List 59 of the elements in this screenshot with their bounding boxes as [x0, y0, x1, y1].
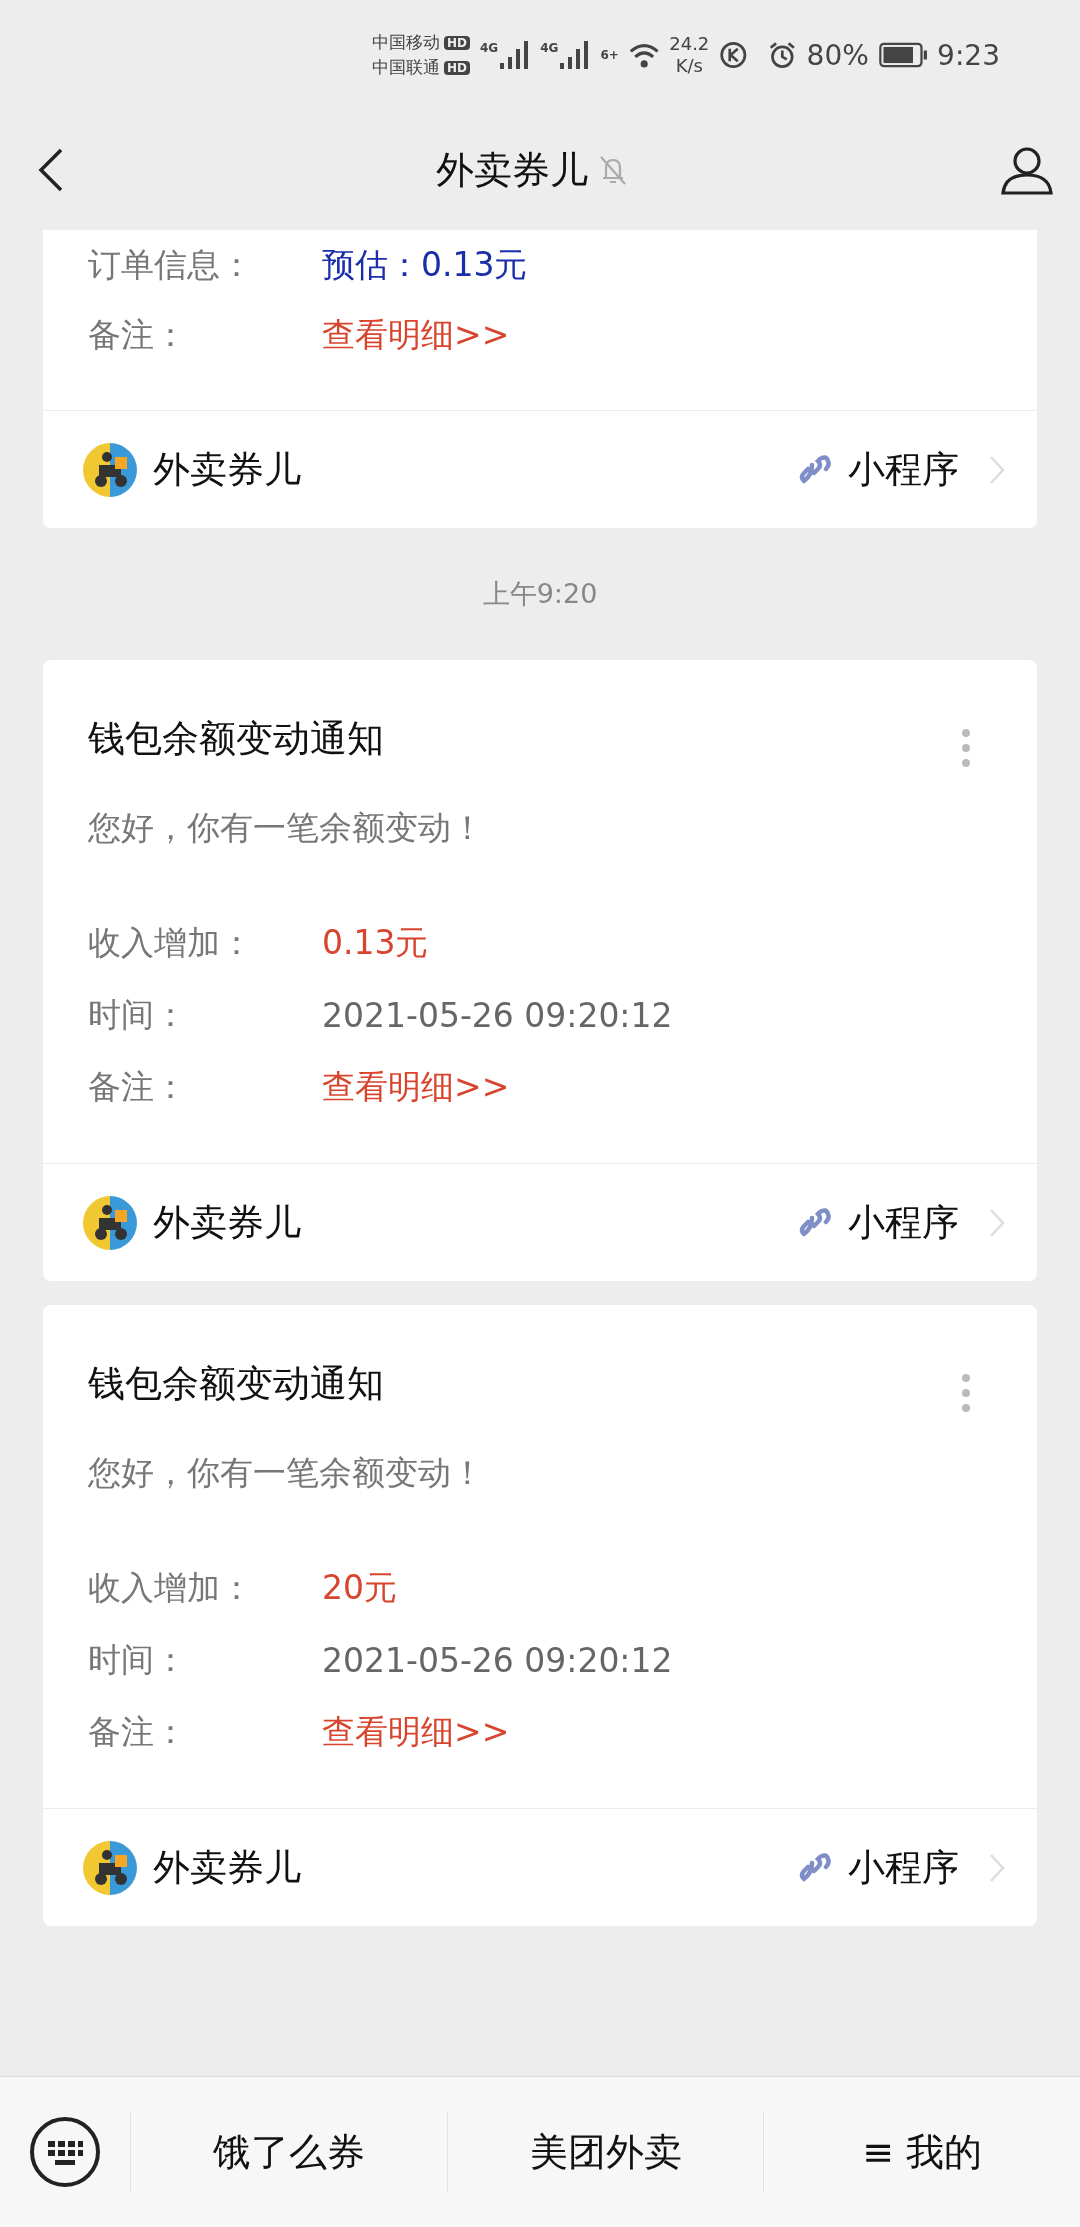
- alarm-icon: [767, 39, 797, 71]
- network-speed: 24.2: [669, 33, 710, 55]
- hd-badge: HD: [444, 60, 470, 75]
- speed-unit: K/s: [675, 55, 703, 77]
- field-label: 收入增加：: [88, 1566, 254, 1609]
- signal-icon: [560, 41, 591, 69]
- field-label: 时间：: [88, 993, 188, 1036]
- field-label: 备注：: [88, 313, 188, 356]
- hd-badge: HD: [444, 35, 470, 50]
- message-time: 上午9:20: [482, 577, 598, 611]
- field-label: 时间：: [88, 1638, 188, 1681]
- field-label: 备注：: [88, 1065, 188, 1108]
- profile-icon[interactable]: [1000, 145, 1054, 195]
- battery-percent: 80%: [806, 38, 869, 72]
- details-link[interactable]: 查看明细>>: [322, 312, 510, 358]
- details-link[interactable]: 查看明细>>: [322, 1064, 510, 1110]
- menu-button[interactable]: 美团外卖: [446, 2112, 764, 2192]
- notice-title: 钱包余额变动通知: [88, 1361, 384, 1407]
- logo-icon: [83, 1195, 137, 1250]
- field-label: 收入增加：: [88, 921, 254, 964]
- mini-program-label: 小程序: [848, 446, 959, 493]
- more-icon[interactable]: [960, 728, 972, 768]
- mini-program-name[interactable]: 外卖券儿: [153, 1842, 301, 1893]
- mini-program-name[interactable]: 外卖券儿: [153, 444, 301, 495]
- k-circle-icon: [719, 39, 748, 71]
- carrier-name: 中国移动: [372, 31, 440, 54]
- logo-icon: [83, 1840, 137, 1895]
- details-link[interactable]: 查看明细>>: [322, 1709, 510, 1755]
- wifi-icon: [628, 41, 660, 69]
- field-label: 备注：: [88, 1710, 188, 1753]
- back-icon[interactable]: [38, 148, 64, 192]
- chevron-icon[interactable]: [989, 1207, 1005, 1238]
- battery-icon: [878, 41, 928, 69]
- menu-button[interactable]: ≡ 我的: [763, 2112, 1080, 2192]
- notice-title: 钱包余额变动通知: [88, 716, 384, 762]
- greeting-text: 您好，你有一笔余额变动！: [88, 1452, 485, 1494]
- time-value: 2021-05-26 09:20:12: [322, 1640, 673, 1680]
- mini-program-label: 小程序: [848, 1844, 959, 1891]
- mini-program-label: 小程序: [848, 1199, 959, 1246]
- field-label: 订单信息：: [88, 243, 254, 286]
- chevron-icon[interactable]: [989, 1852, 1005, 1883]
- greeting-text: 您好，你有一笔余额变动！: [88, 807, 485, 849]
- carrier-name: 中国联通: [372, 56, 440, 79]
- clock: 9:23: [937, 38, 1000, 72]
- more-icon[interactable]: [960, 1373, 972, 1413]
- mini-program-name[interactable]: 外卖券儿: [153, 1197, 301, 1248]
- network-type: 4G: [480, 41, 499, 55]
- wifi-tag: 6+: [600, 48, 619, 62]
- network-type: 4G: [540, 41, 559, 55]
- signal-icon: [500, 41, 531, 69]
- menu-button[interactable]: 饿了么券: [130, 2112, 447, 2192]
- estimate-value: 预估：0.13元: [322, 243, 528, 286]
- amount-value: 20元: [322, 1566, 397, 1609]
- time-value: 2021-05-26 09:20:12: [322, 995, 673, 1035]
- chevron-icon[interactable]: [989, 454, 1005, 485]
- amount-value: 0.13元: [322, 921, 429, 964]
- logo-icon: [83, 442, 137, 497]
- chat-title: 外卖券儿: [436, 146, 588, 194]
- keyboard-icon[interactable]: [28, 2115, 102, 2189]
